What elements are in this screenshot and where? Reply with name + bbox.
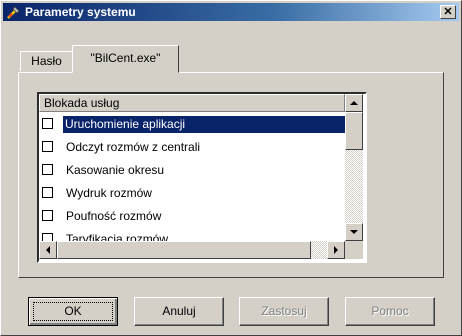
checkbox[interactable] (42, 164, 53, 175)
tools-icon (7, 6, 20, 19)
checkbox[interactable] (42, 118, 53, 129)
vertical-scrollbar[interactable] (345, 94, 363, 241)
arrow-right-icon (334, 246, 338, 254)
arrow-left-icon (46, 246, 50, 254)
horizontal-scrollbar[interactable] (39, 241, 345, 259)
tab-bilcent-label: "BilCent.exe" (90, 51, 161, 65)
list-item[interactable]: Uruchomienie aplikacji (39, 113, 346, 136)
tab-bilcent[interactable]: "BilCent.exe" (72, 45, 179, 73)
help-button[interactable]: Pomoc (345, 297, 435, 326)
scroll-right-button[interactable] (327, 241, 345, 259)
list-item[interactable]: Wydruk rozmów (39, 182, 345, 205)
list-item-label: Taryfikacja rozmów (66, 232, 169, 241)
tab-haslo[interactable]: Hasło (20, 51, 73, 71)
arrow-down-icon (350, 230, 358, 234)
tab-haslo-label: Hasło (31, 54, 62, 68)
checkbox[interactable] (42, 187, 53, 198)
services-list[interactable]: Blokada usług Uruchomienie aplikacji Odc… (37, 92, 367, 263)
scroll-left-button[interactable] (39, 241, 57, 259)
close-button[interactable]: ✕ (440, 5, 456, 19)
dialog-window: Parametry systemu ✕ Hasło "BilCent.exe" … (0, 0, 462, 336)
list-item-label: Kasowanie okresu (66, 163, 165, 177)
cancel-button[interactable]: Anuluj (134, 297, 224, 326)
list-item[interactable]: Kasowanie okresu (39, 159, 345, 182)
vertical-scroll-thumb[interactable] (345, 112, 363, 150)
horizontal-scroll-thumb[interactable] (57, 241, 311, 259)
close-icon: ✕ (443, 6, 453, 18)
list-header[interactable]: Blokada usług (39, 94, 345, 112)
scrollbar-corner (345, 241, 363, 259)
list-item-label: Uruchomienie aplikacji (62, 115, 346, 134)
cancel-button-label: Anuluj (162, 304, 196, 318)
list-header-label: Blokada usług (44, 96, 120, 110)
list-item-label: Poufność rozmów (66, 209, 162, 223)
help-button-label: Pomoc (371, 304, 409, 318)
scroll-up-button[interactable] (345, 94, 363, 112)
ok-button[interactable]: OK (28, 297, 118, 326)
checkbox[interactable] (42, 210, 53, 221)
apply-button[interactable]: Zastosuj (239, 297, 329, 326)
list-item[interactable]: Poufność rozmów (39, 205, 345, 228)
checkbox[interactable] (42, 141, 53, 152)
window-title: Parametry systemu (25, 5, 136, 19)
checkbox[interactable] (42, 233, 53, 241)
focus-rect (33, 302, 113, 321)
list-item[interactable]: Taryfikacja rozmów (39, 228, 345, 241)
list-item-label: Wydruk rozmów (66, 186, 152, 200)
scroll-down-button[interactable] (345, 223, 363, 241)
arrow-up-icon (350, 101, 358, 105)
list-item[interactable]: Odczyt rozmów z centrali (39, 136, 345, 159)
title-bar[interactable]: Parametry systemu ✕ (3, 3, 459, 21)
list-item-label: Odczyt rozmów z centrali (66, 140, 201, 154)
apply-button-label: Zastosuj (261, 304, 307, 318)
